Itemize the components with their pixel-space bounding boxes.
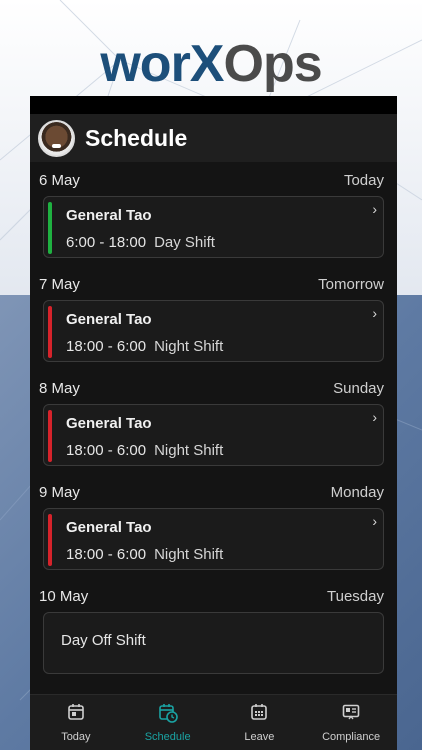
schedule-day: 8 May Sunday General Tao 18:00 - 6:00 Night …: [39, 370, 384, 466]
status-bar: [30, 96, 397, 114]
shift-time-row: 18:00 - 6:00 Night Shift: [66, 442, 223, 459]
shift-card[interactable]: General Tao 18:00 - 6:00 Night Shift ›: [43, 404, 384, 466]
tab-compliance-label: Compliance: [322, 731, 381, 743]
worxops-logo: worXOps: [0, 34, 422, 94]
day-header: 7 May Tomorrow: [39, 266, 384, 300]
tab-leave[interactable]: Leave: [214, 695, 306, 750]
shift-color-bar: [48, 410, 52, 462]
day-relative: Tomorrow: [318, 275, 384, 293]
day-date: 6 May: [39, 171, 80, 189]
chevron-right-icon: ›: [372, 201, 377, 217]
shift-location: General Tao: [66, 415, 152, 432]
schedule-day: 9 May Monday General Tao 18:00 - 6:00 Night …: [39, 474, 384, 570]
logo-text-primary: worX: [100, 35, 224, 93]
day-relative: Tuesday: [327, 587, 384, 605]
shift-time: 18:00 - 6:00: [66, 442, 147, 459]
schedule-day: 11 May Wednesday: [39, 682, 384, 693]
schedule-list[interactable]: 6 May Today General Tao 6:00 - 18:00 Day Shi…: [30, 162, 397, 692]
chevron-right-icon: ›: [372, 513, 377, 529]
day-header: 10 May Tuesday: [39, 578, 384, 612]
day-off-label: Day Off Shift: [61, 632, 146, 649]
id-card-icon: [342, 704, 360, 720]
day-spacer: [39, 466, 384, 474]
shift-time: 6:00 - 18:00: [66, 234, 147, 251]
logo-text-tertiary: ps: [262, 35, 323, 93]
logo-text-secondary: O: [223, 35, 264, 93]
day-off-card[interactable]: Day Off Shift: [43, 612, 384, 674]
day-relative: Monday: [330, 483, 384, 501]
day-spacer: [39, 362, 384, 370]
day-spacer: [39, 258, 384, 266]
shift-time-row: 6:00 - 18:00 Day Shift: [66, 234, 215, 251]
chevron-right-icon: ›: [372, 305, 377, 321]
shift-time-row: 18:00 - 6:00 Night Shift: [66, 546, 223, 563]
tab-schedule[interactable]: Schedule: [122, 695, 214, 750]
day-header: 8 May Sunday: [39, 370, 384, 404]
shift-location: General Tao: [66, 311, 152, 328]
tab-today[interactable]: Today: [30, 695, 122, 750]
day-date: 10 May: [39, 587, 89, 605]
day-header: 6 May Today: [39, 162, 384, 196]
day-spacer: [39, 674, 384, 682]
schedule-day: 6 May Today General Tao 6:00 - 18:00 Day Shi…: [39, 162, 384, 258]
tab-today-label: Today: [61, 731, 91, 743]
shift-type: Night Shift: [154, 338, 224, 355]
phone-screen: Schedule 6 May Today General Tao 6:00 - 18:…: [30, 96, 397, 750]
shift-type: Night Shift: [154, 546, 224, 563]
app-header: Schedule: [30, 114, 397, 162]
shift-color-bar: [48, 514, 52, 566]
calendar-grid-icon: [251, 704, 268, 720]
day-relative: Sunday: [333, 379, 384, 397]
calendar-clock-icon: [158, 704, 178, 723]
day-date: 11 May: [39, 692, 87, 693]
calendar-day-icon: [68, 704, 84, 720]
page-title: Schedule: [85, 124, 188, 151]
day-spacer: [39, 570, 384, 578]
shift-card[interactable]: General Tao 6:00 - 18:00 Day Shift ›: [43, 196, 384, 258]
shift-time: 18:00 - 6:00: [66, 338, 147, 355]
day-date: 9 May: [39, 483, 80, 501]
shift-location: General Tao: [66, 519, 152, 536]
day-relative: Today: [343, 171, 384, 189]
day-date: 8 May: [39, 379, 80, 397]
shift-color-bar: [48, 306, 52, 358]
day-date: 7 May: [39, 275, 80, 293]
day-header: 11 May Wednesday: [39, 682, 384, 693]
tab-leave-label: Leave: [244, 731, 275, 743]
shift-time: 18:00 - 6:00: [66, 546, 147, 563]
day-relative: Wednesday: [305, 692, 384, 693]
shift-type: Day Shift: [154, 234, 215, 251]
tab-schedule-label: Schedule: [144, 731, 191, 743]
shift-time-row: 18:00 - 6:00 Night Shift: [66, 338, 223, 355]
schedule-day: 10 May Tuesday Day Off Shift: [39, 578, 384, 674]
shift-card[interactable]: General Tao 18:00 - 6:00 Night Shift ›: [43, 300, 384, 362]
shift-type: Night Shift: [154, 442, 224, 459]
shift-card[interactable]: General Tao 18:00 - 6:00 Night Shift ›: [43, 508, 384, 570]
day-header: 9 May Monday: [39, 474, 384, 508]
chevron-right-icon: ›: [372, 409, 377, 425]
schedule-day: 7 May Tomorrow General Tao 18:00 - 6:00 Nigh…: [39, 266, 384, 362]
tab-compliance[interactable]: Compliance: [305, 695, 397, 750]
shift-location: General Tao: [66, 207, 152, 224]
avatar[interactable]: [38, 119, 75, 157]
shift-color-bar: [48, 202, 52, 254]
tab-bar: Today Schedule Leave Compliance: [30, 694, 397, 750]
